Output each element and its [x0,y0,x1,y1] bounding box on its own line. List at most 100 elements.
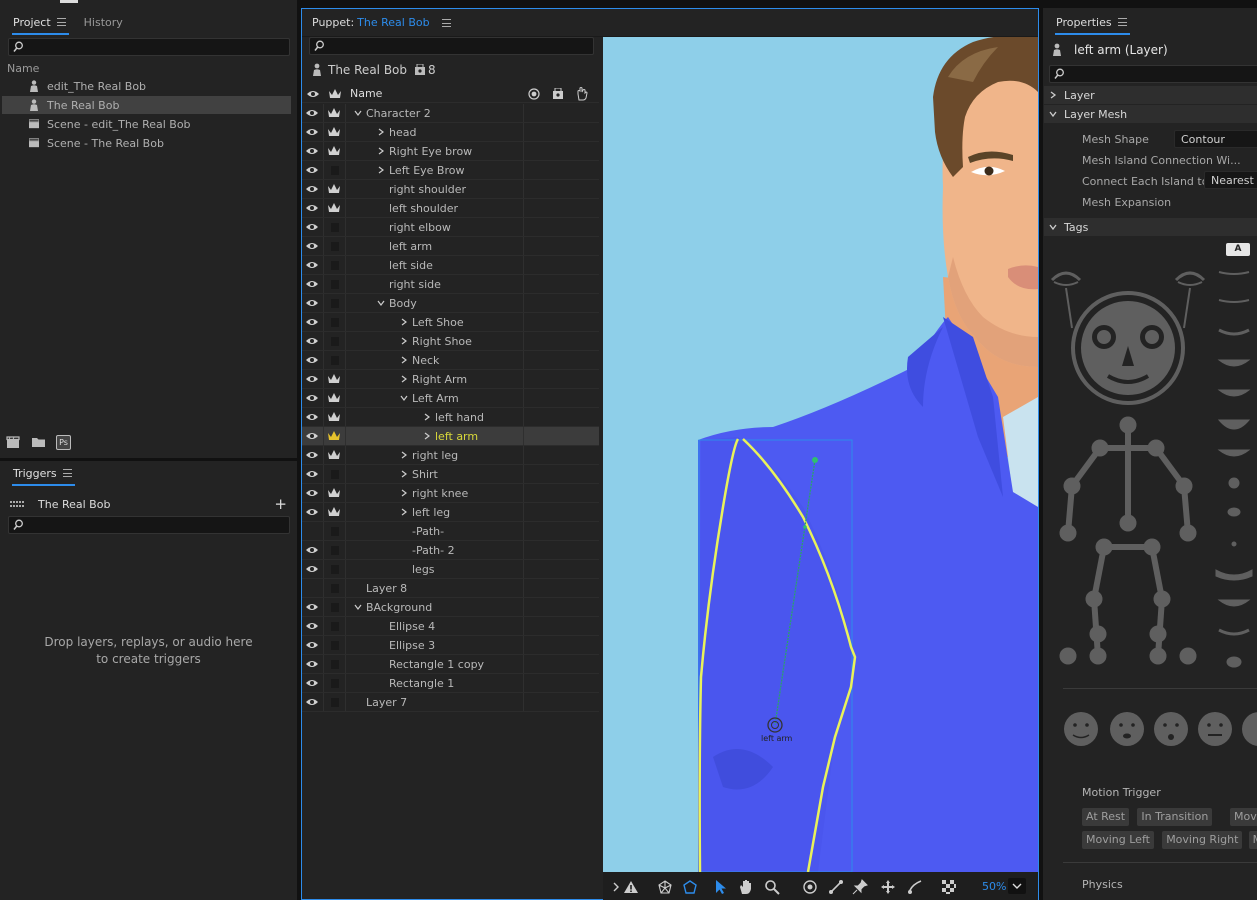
section-layer[interactable]: Layer [1044,86,1257,104]
crown-icon[interactable] [327,145,341,157]
tab-project[interactable]: Project [6,10,73,35]
mesh-shape-dropdown[interactable]: Contour [1174,130,1257,148]
visibility-placeholder[interactable] [331,223,339,232]
stick-tool-icon[interactable] [828,879,844,895]
eye-icon[interactable] [305,354,319,366]
crown-icon[interactable] [327,107,341,119]
chevron-right-icon[interactable] [400,449,408,461]
pentagon-select-icon[interactable] [682,879,698,895]
crown-icon[interactable] [327,392,341,404]
tab-triggers[interactable]: Triggers [6,461,79,486]
chevron-right-icon[interactable] [400,468,408,480]
layer-row[interactable]: Right Shoe [302,332,599,351]
layer-row[interactable]: right leg [302,446,599,465]
visibility-placeholder[interactable] [331,261,339,270]
section-tags[interactable]: Tags [1044,218,1257,236]
visibility-placeholder[interactable] [331,660,339,669]
photoshop-icon[interactable]: Ps [56,434,71,450]
motion-trigger-chip[interactable]: Movi [1248,831,1257,849]
properties-search-input[interactable] [1049,65,1257,83]
motion-trigger-chip[interactable]: Moving Left [1082,831,1154,849]
mesh-icon[interactable] [657,879,673,895]
crown-icon[interactable] [327,126,341,138]
eye-icon[interactable] [305,696,319,708]
menu-icon[interactable] [56,18,66,26]
layer-row[interactable]: left hand [302,408,599,427]
eye-icon[interactable] [305,620,319,632]
chevron-right-icon[interactable] [400,316,408,328]
crown-icon[interactable] [327,373,341,385]
chevron-down-icon[interactable] [354,107,362,119]
layer-row[interactable]: -Path- [302,522,599,541]
eye-icon[interactable] [305,506,319,518]
eye-icon[interactable] [305,221,319,233]
puppet-tab-name[interactable]: The Real Bob [357,16,429,29]
dragger-tool-icon[interactable] [880,879,896,895]
visibility-placeholder[interactable] [331,584,339,593]
crown-icon[interactable] [327,183,341,195]
visibility-placeholder[interactable] [331,565,339,574]
chevron-down-icon[interactable] [354,601,362,613]
eye-icon[interactable] [305,297,319,309]
motion-trigger-chip[interactable]: In Transition [1137,808,1213,826]
visibility-placeholder[interactable] [331,641,339,650]
eye-icon[interactable] [305,449,319,461]
visibility-placeholder[interactable] [331,622,339,631]
layer-row[interactable]: left arm [302,237,599,256]
layer-row[interactable]: head [302,123,599,142]
layer-row[interactable]: Rectangle 1 copy [302,655,599,674]
chevron-right-icon[interactable] [423,411,431,423]
eye-icon[interactable] [305,639,319,651]
bend-tool-icon[interactable] [907,879,923,895]
project-list-item[interactable]: edit_The Real Bob [2,77,291,95]
crown-icon[interactable] [327,449,341,461]
triggers-search-input[interactable] [8,516,290,534]
eye-icon[interactable] [305,563,319,575]
zoom-icon[interactable] [764,879,780,895]
warning-icon[interactable] [623,879,639,895]
crown-icon[interactable] [327,202,341,214]
visibility-placeholder[interactable] [331,337,339,346]
visibility-placeholder[interactable] [331,318,339,327]
chevron-right-icon[interactable] [400,487,408,499]
add-trigger-button[interactable]: + [274,495,287,513]
tab-properties[interactable]: Properties [1049,10,1134,35]
eye-icon[interactable] [305,126,319,138]
visibility-placeholder[interactable] [331,166,339,175]
eye-icon[interactable] [305,240,319,252]
layer-row[interactable]: right elbow [302,218,599,237]
layer-row[interactable]: Ellipse 3 [302,636,599,655]
connect-island-dropdown[interactable]: Nearest [1204,171,1257,189]
layer-row[interactable]: BAckground [302,598,599,617]
layer-row[interactable]: Left Arm [302,389,599,408]
visibility-placeholder[interactable] [331,280,339,289]
layer-row[interactable]: Neck [302,351,599,370]
hand-icon[interactable] [576,87,588,101]
layer-row[interactable]: right knee [302,484,599,503]
project-list-item[interactable]: Scene - The Real Bob [2,134,291,152]
tab-history[interactable]: History [77,10,130,35]
layer-row[interactable]: Body [302,294,599,313]
eye-icon[interactable] [305,316,319,328]
crown-icon[interactable] [327,430,341,442]
transparency-grid-icon[interactable] [941,879,957,895]
new-scene-icon[interactable] [6,435,21,449]
eye-icon[interactable] [305,544,319,556]
eye-icon[interactable] [305,335,319,347]
eye-icon[interactable] [305,183,319,195]
eye-icon[interactable] [305,278,319,290]
pin-tool-icon[interactable] [852,879,868,895]
puppet-search-input[interactable] [309,37,594,55]
eye-icon[interactable] [305,411,319,423]
layer-row[interactable]: Shirt [302,465,599,484]
layer-row[interactable]: left arm [302,427,599,446]
zoom-dropdown[interactable] [1008,878,1026,894]
chevron-down-icon[interactable] [400,392,408,404]
visibility-placeholder[interactable] [331,527,339,536]
eye-icon[interactable] [305,259,319,271]
motion-trigger-chip[interactable]: Moving Right [1162,831,1243,849]
visibility-placeholder[interactable] [331,242,339,251]
layer-row[interactable]: Right Arm [302,370,599,389]
visibility-placeholder[interactable] [331,603,339,612]
layer-row[interactable]: -Path- 2 [302,541,599,560]
